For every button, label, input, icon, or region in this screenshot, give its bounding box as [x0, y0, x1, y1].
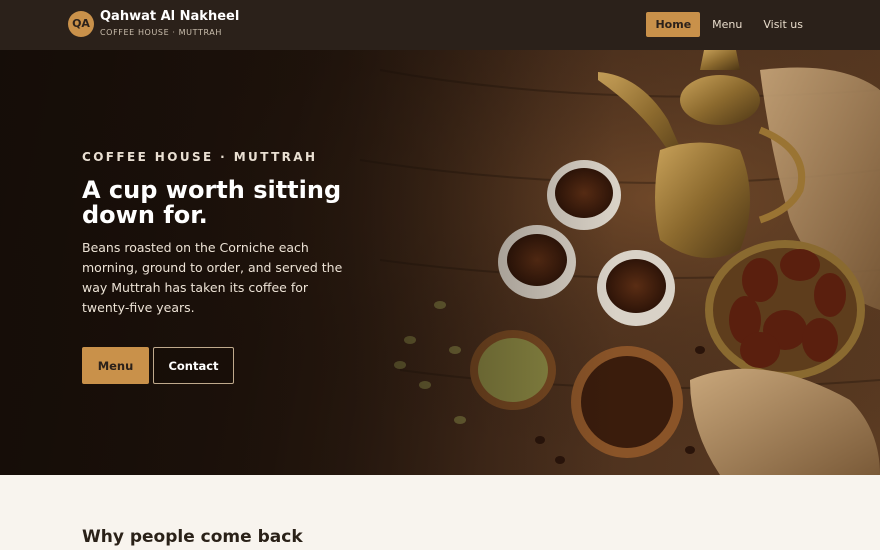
menu-button[interactable]: Menu [82, 347, 149, 384]
section-title: Why people come back [82, 527, 303, 547]
brand[interactable]: QA Qahwat Al Nakheel COFFEE HOUSE · MUTT… [68, 10, 239, 37]
main-nav: Home Menu Visit us [643, 12, 812, 37]
hero-actions: Menu Contact [82, 347, 372, 384]
site-header: QA Qahwat Al Nakheel COFFEE HOUSE · MUTT… [0, 0, 880, 50]
hero-content: COFFEE HOUSE · MUTTRAH A cup worth sitti… [82, 150, 372, 384]
contact-button[interactable]: Contact [153, 347, 234, 384]
nav-visit-us[interactable]: Visit us [754, 12, 812, 37]
brand-name: Qahwat Al Nakheel [100, 9, 240, 24]
hero-body: Beans roasted on the Corniche each morni… [82, 240, 343, 315]
hero-title: A cup worth sitting down for. [82, 176, 342, 229]
brand-subtitle: COFFEE HOUSE · MUTTRAH [100, 28, 222, 37]
hero-eyebrow: COFFEE HOUSE · MUTTRAH [82, 150, 318, 164]
nav-home[interactable]: Home [646, 12, 701, 37]
brand-text: Qahwat Al Nakheel COFFEE HOUSE · MUTTRAH [100, 9, 240, 38]
nav-menu[interactable]: Menu [703, 12, 751, 37]
logo-badge: QA [68, 10, 94, 37]
hero: COFFEE HOUSE · MUTTRAH A cup worth sitti… [0, 50, 880, 475]
